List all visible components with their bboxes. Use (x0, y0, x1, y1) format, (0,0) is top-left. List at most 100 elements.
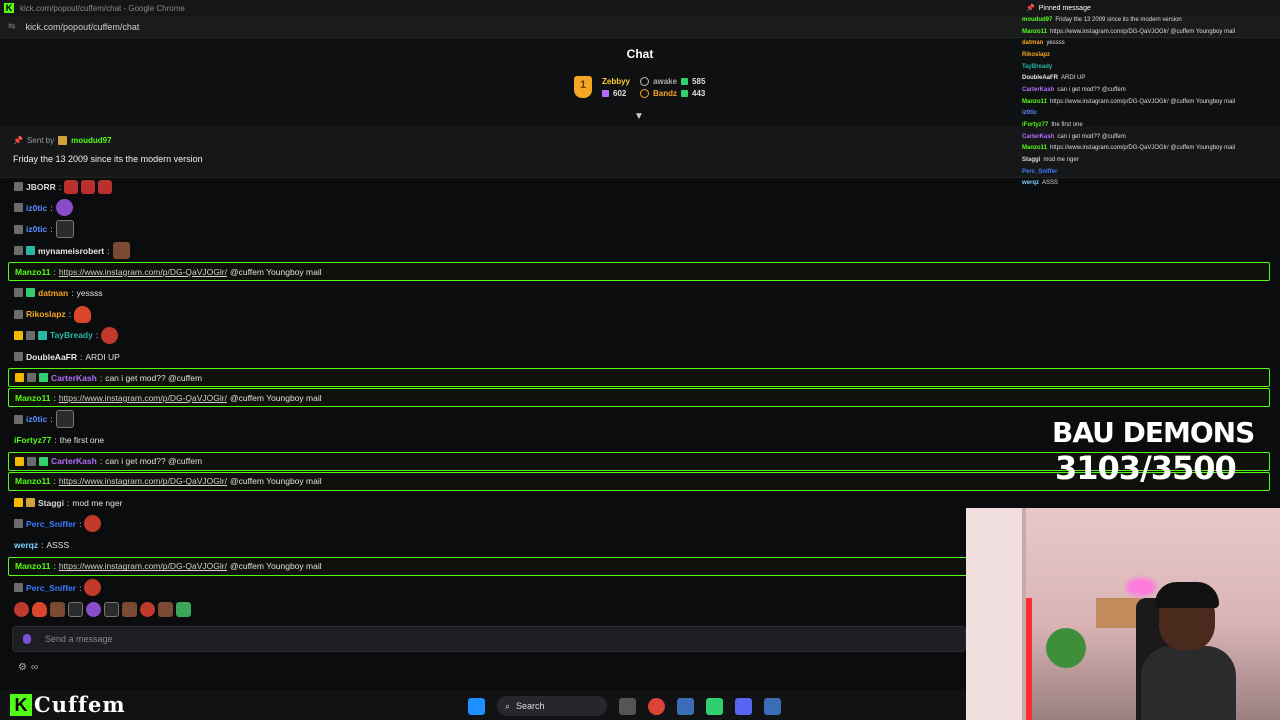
expand-chevron-icon[interactable]: ▼ (634, 111, 644, 122)
recent-emote-icon[interactable] (68, 602, 83, 617)
chat-username[interactable]: iz0tic (26, 203, 47, 213)
chat-message[interactable]: TayBready: (8, 325, 1270, 346)
app-icon[interactable] (706, 697, 723, 715)
windows-start-icon[interactable] (468, 697, 485, 715)
send-message-input[interactable] (45, 634, 845, 644)
gifter-badge-icon[interactable] (26, 498, 35, 508)
recent-emote-icon[interactable] (140, 602, 155, 617)
leaderboard-entry[interactable]: Bandz 443 (640, 88, 705, 98)
pinned-sender[interactable]: moudud97 (71, 136, 111, 145)
avatar-badge-icon[interactable] (26, 330, 35, 340)
chat-username[interactable]: Manzo11 (15, 561, 50, 571)
url-text[interactable]: kick.com/popout/cuffem/chat (26, 22, 140, 32)
emote-icon[interactable] (55, 199, 73, 217)
chrome-icon[interactable] (648, 697, 665, 715)
chat-username[interactable]: Staggi (38, 498, 64, 508)
chat-username[interactable]: datman (38, 288, 68, 298)
chat-username[interactable]: Perc_Sniffer (26, 519, 76, 529)
recent-emote-icon[interactable] (50, 602, 65, 617)
emote-icon[interactable] (112, 242, 130, 260)
leaderboard-entry[interactable]: Zebbyy (602, 77, 630, 86)
recent-emote-icon[interactable] (122, 602, 137, 617)
recent-emote-icon[interactable] (176, 602, 191, 617)
crown-badge-icon[interactable] (14, 498, 23, 508)
chat-username[interactable]: iFortyz77 (14, 435, 51, 445)
avatar-badge-icon[interactable] (14, 519, 23, 529)
chat-username[interactable]: Manzo11 (15, 267, 50, 277)
chat-message[interactable]: mynameisrobert: (8, 240, 1270, 261)
emote-icon[interactable] (64, 179, 79, 194)
chat-message[interactable]: CarterKash: can i get mod?? @cuffem (8, 368, 1270, 388)
subscriber-badge-icon[interactable] (26, 288, 35, 298)
chat-username[interactable]: Manzo11 (15, 476, 50, 486)
message-link[interactable]: https://www.instagram.com/p/DG-QaVJOGlr/ (59, 267, 227, 277)
task-view-icon[interactable] (619, 697, 636, 715)
chat-message[interactable]: datman: yessss (8, 282, 1270, 303)
emote-icon[interactable] (81, 179, 96, 194)
emote-icon[interactable] (98, 179, 113, 194)
chat-username[interactable]: TayBready (50, 330, 93, 340)
avatar-badge-icon[interactable] (14, 203, 23, 213)
recent-emote-icon[interactable] (14, 602, 29, 617)
chat-username[interactable]: JBORR (26, 182, 56, 192)
avatar-badge-icon[interactable] (14, 583, 23, 592)
emote-icon[interactable] (74, 305, 92, 323)
overlay-message-text: ARDI UP (1061, 75, 1086, 82)
infinity-icon[interactable]: ∞ (31, 662, 38, 673)
chat-username[interactable]: CarterKash (51, 456, 97, 466)
message-link[interactable]: https://www.instagram.com/p/DG-QaVJOGlr/ (59, 561, 227, 571)
subscriber-badge-icon[interactable] (39, 456, 48, 466)
steam-icon[interactable] (677, 697, 694, 715)
avatar-badge-icon[interactable] (14, 352, 23, 362)
streamlabs-icon[interactable] (764, 697, 781, 715)
subscriber-badge-icon[interactable] (39, 373, 48, 383)
avatar-badge-icon[interactable] (14, 309, 23, 319)
avatar-badge-icon[interactable] (27, 373, 36, 383)
emote-icon[interactable] (55, 220, 74, 239)
discord-icon[interactable] (735, 697, 752, 715)
chat-message[interactable]: Manzo11: https://www.instagram.com/p/DG-Q… (8, 388, 1270, 408)
crown-badge-icon[interactable] (14, 330, 23, 340)
emote-icon[interactable] (84, 579, 102, 596)
chat-message[interactable]: Manzo11: https://www.instagram.com/p/DG-Q… (8, 262, 1270, 282)
recent-emote-icon[interactable] (32, 602, 47, 617)
chat-username[interactable]: mynameisrobert (38, 246, 104, 256)
site-settings-icon[interactable]: ⇋ (8, 21, 16, 32)
vip-badge-icon[interactable] (38, 330, 47, 340)
recent-emote-icon[interactable] (86, 602, 101, 617)
avatar-badge-icon[interactable] (14, 224, 23, 234)
chat-username[interactable]: CarterKash (51, 373, 97, 383)
gift-leaderboard[interactable]: 1 Zebbyy 602 awake 585 Bandz 443 (574, 76, 705, 98)
chat-username[interactable]: DoubleAaFR (26, 352, 77, 362)
emote-picker-icon[interactable] (23, 634, 31, 644)
emote-icon[interactable] (101, 326, 119, 344)
message-link[interactable]: https://www.instagram.com/p/DG-QaVJOGlr/ (59, 393, 227, 403)
emote-icon[interactable] (84, 515, 102, 533)
chat-username[interactable]: iz0tic (26, 414, 47, 424)
avatar-badge-icon[interactable] (14, 182, 23, 192)
message-link[interactable]: https://www.instagram.com/p/DG-QaVJOGlr/ (59, 476, 227, 486)
recent-emote-icon[interactable] (158, 602, 173, 617)
chat-message[interactable]: DoubleAaFR: ARDI UP (8, 346, 1270, 367)
chat-message[interactable]: Rikoslapz: (8, 303, 1270, 324)
avatar-badge-icon[interactable] (27, 456, 36, 466)
crown-badge-icon[interactable] (15, 456, 24, 466)
avatar-badge-icon[interactable] (14, 414, 23, 424)
chat-username[interactable]: Rikoslapz (26, 309, 66, 319)
avatar-badge-icon[interactable] (14, 246, 23, 256)
chat-username[interactable]: Perc_Sniffer (26, 583, 76, 593)
avatar-badge-icon[interactable] (14, 288, 23, 298)
taskbar-search[interactable]: ⌕ Search (497, 696, 607, 716)
chat-username[interactable]: werqz (14, 540, 38, 550)
crown-badge-icon[interactable] (15, 373, 24, 383)
chat-input-box[interactable] (12, 626, 966, 652)
vip-badge-icon[interactable] (26, 246, 35, 256)
settings-icon[interactable]: ⚙ (18, 662, 27, 673)
recent-emote-icon[interactable] (104, 602, 119, 617)
leaderboard-entry[interactable]: awake 585 (640, 76, 705, 86)
chat-message[interactable]: iz0tic: (8, 219, 1270, 240)
chat-username[interactable]: iz0tic (26, 224, 47, 234)
chat-username[interactable]: Manzo11 (15, 393, 50, 403)
chat-message[interactable]: iz0tic: (8, 197, 1270, 218)
emote-icon[interactable] (55, 410, 74, 429)
